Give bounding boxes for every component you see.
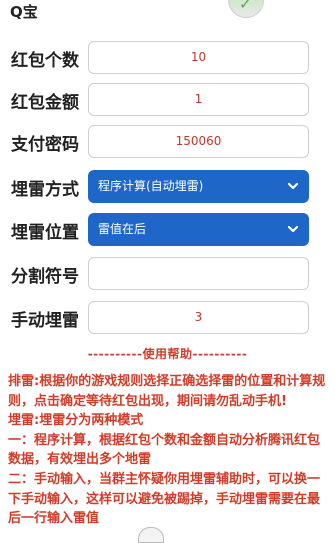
help-paragraph: 排雷:根据你的游戏规则选择正确选择雷的位置和计算规则，点击确定等待红包出现，期间… — [8, 374, 326, 409]
separator-label: 分割符号 — [11, 267, 79, 287]
packet-amount-input[interactable]: 1 — [88, 83, 309, 116]
top-bar: Q宝 ✓ — [0, 0, 335, 26]
packet-count-label: 红包个数 — [11, 51, 79, 71]
manual-mine-input[interactable]: 3 — [88, 301, 309, 334]
help-paragraph: 一：程序计算，根据红包个数和金额自动分析腾讯红包数据，有效埋出多个地雷 — [8, 432, 321, 468]
help-paragraph: 二：手动输入，当群主怀疑你用埋雷辅助时，可以换一下手动输入，这样可以避免被踢掉，… — [8, 471, 321, 527]
pay-password-input[interactable]: 150060 — [88, 125, 309, 158]
mine-mode-label: 埋雷方式 — [11, 180, 79, 200]
pay-password-label: 支付密码 — [11, 135, 79, 155]
packet-count-input[interactable]: 10 — [88, 41, 309, 74]
help-title: ----------使用帮助---------- — [87, 347, 248, 361]
mine-position-select[interactable]: 雷值在后 — [88, 213, 309, 246]
app-title: Q宝 — [10, 3, 38, 21]
row-manual-mine: 手动埋雷 3 — [0, 301, 335, 335]
mine-position-selected: 雷值在后 — [98, 222, 147, 236]
row-mine-mode: 埋雷方式 程序计算(自动埋雷) — [0, 170, 335, 204]
row-pay-password: 支付密码 150060 — [0, 125, 335, 159]
check-icon: ✓ — [239, 0, 252, 13]
separator-input[interactable] — [88, 257, 309, 290]
help-text: 排雷:根据你的游戏规则选择正确选择雷的位置和计算规则，点击确定等待红包出现，期间… — [8, 372, 330, 529]
row-packet-count: 红包个数 10 — [0, 41, 335, 75]
toggle-switch[interactable]: ✓ — [228, 0, 264, 18]
help-paragraph: 埋雷:埋雷分为两种模式 — [8, 413, 144, 429]
chevron-down-icon — [287, 225, 299, 233]
row-separator: 分割符号 — [0, 257, 335, 291]
mine-position-label: 埋雷位置 — [11, 223, 79, 243]
mine-mode-selected: 程序计算(自动埋雷) — [98, 179, 204, 193]
bottom-handle-icon[interactable] — [138, 527, 164, 543]
mine-mode-select[interactable]: 程序计算(自动埋雷) — [88, 170, 309, 203]
packet-amount-label: 红包金额 — [11, 93, 79, 113]
row-packet-amount: 红包金额 1 — [0, 83, 335, 117]
manual-mine-label: 手动埋雷 — [11, 311, 79, 331]
row-mine-position: 埋雷位置 雷值在后 — [0, 213, 335, 247]
chevron-down-icon — [287, 182, 299, 190]
